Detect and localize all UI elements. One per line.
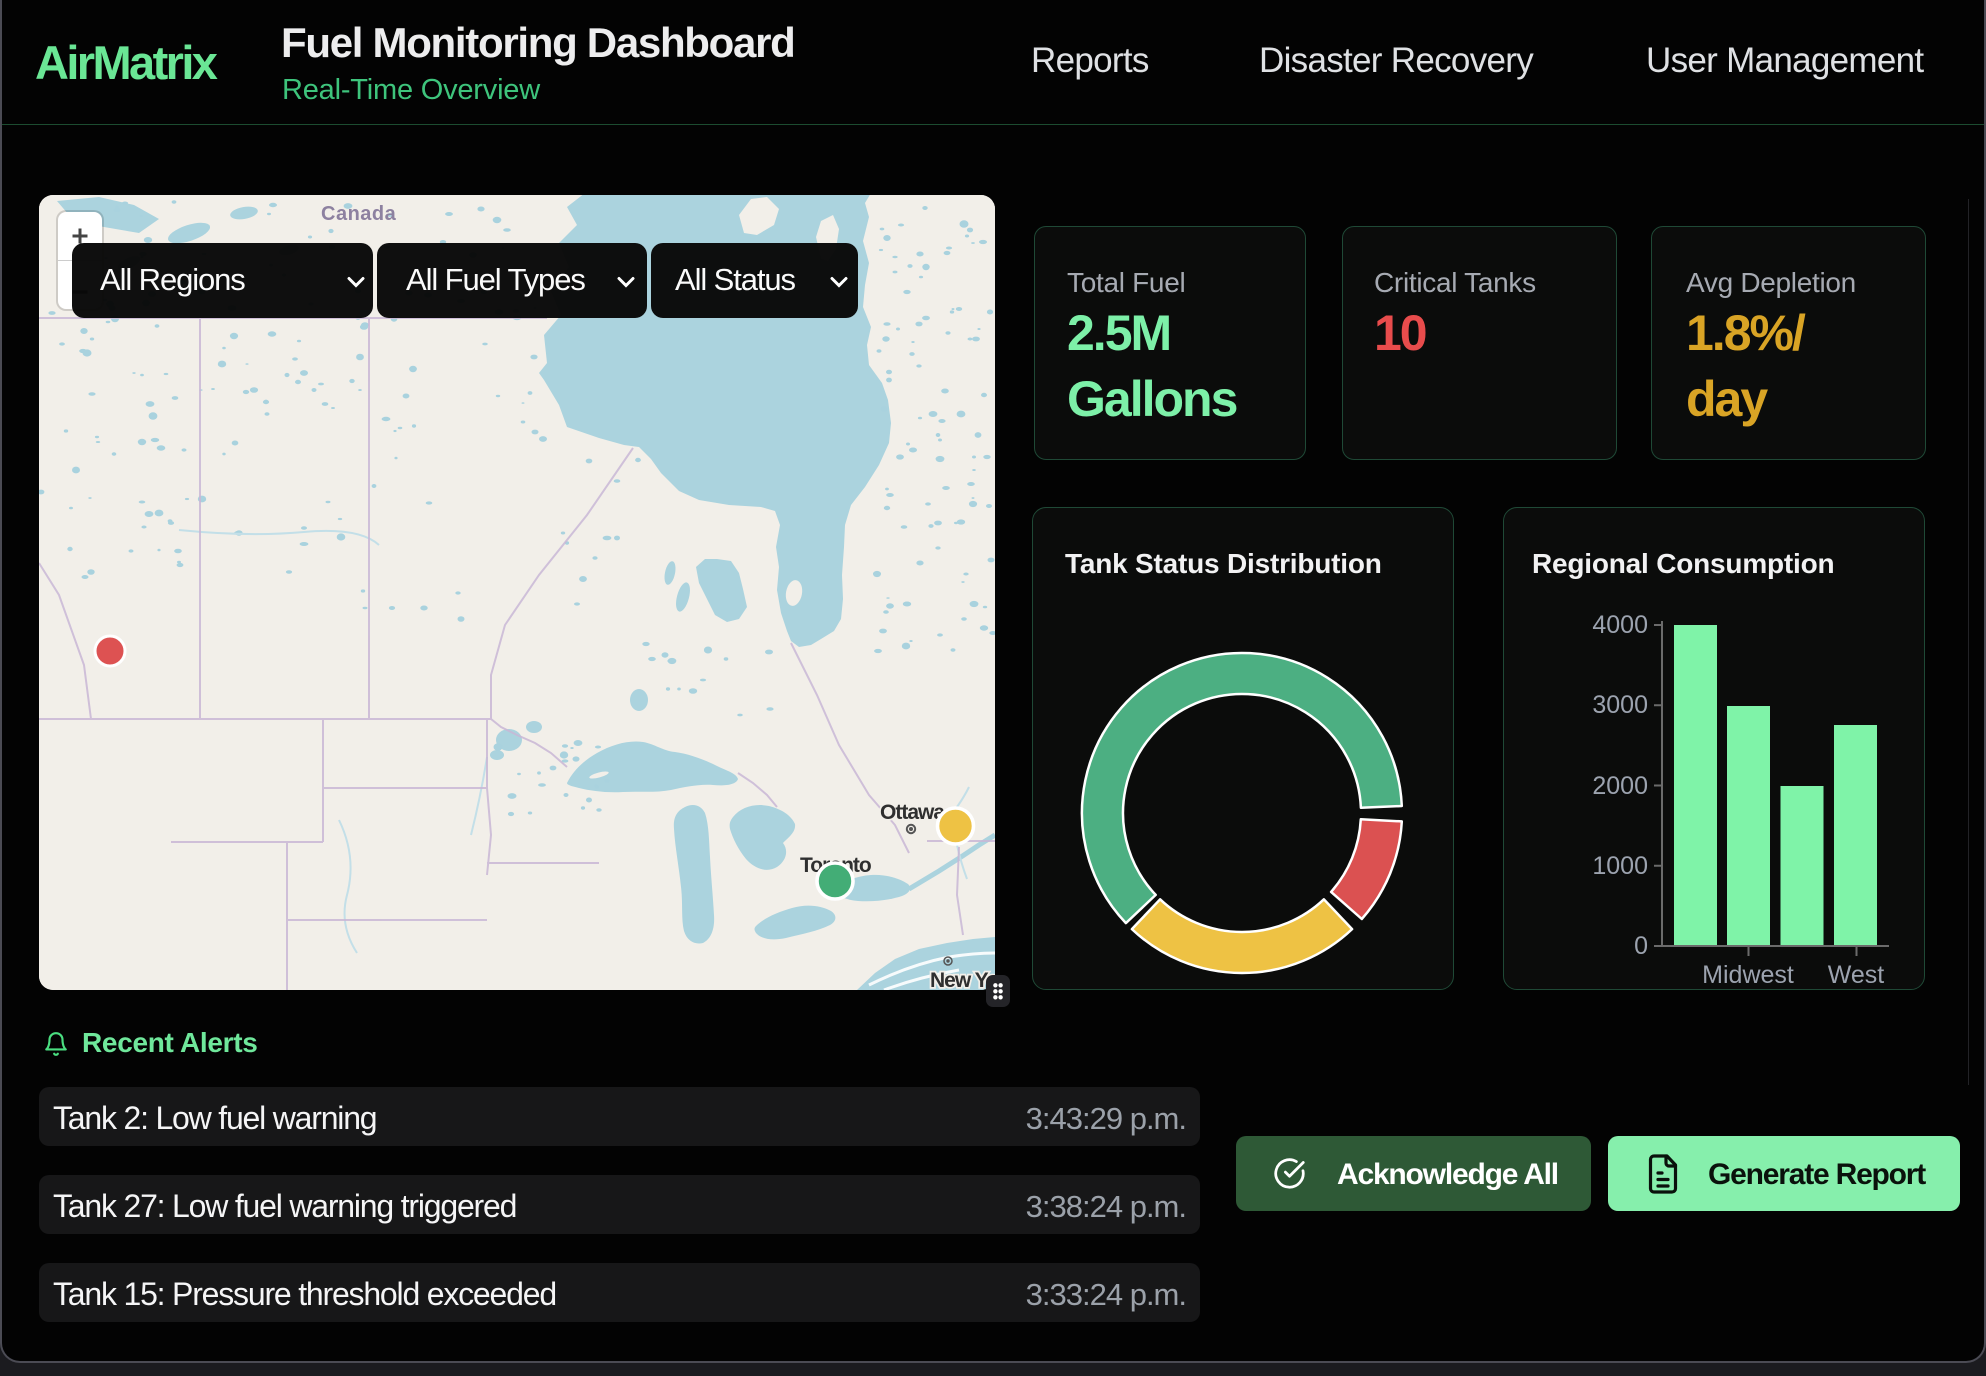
svg-text:0: 0 — [1634, 932, 1648, 960]
svg-text:Midwest: Midwest — [1702, 961, 1794, 989]
svg-text:1000: 1000 — [1592, 852, 1648, 880]
svg-text:Ottawa: Ottawa — [880, 801, 945, 824]
svg-text:3000: 3000 — [1592, 691, 1648, 719]
svg-text:4000: 4000 — [1592, 611, 1648, 639]
svg-text:2000: 2000 — [1592, 772, 1648, 800]
svg-text:Canada: Canada — [321, 203, 397, 225]
svg-text:West: West — [1828, 961, 1885, 989]
